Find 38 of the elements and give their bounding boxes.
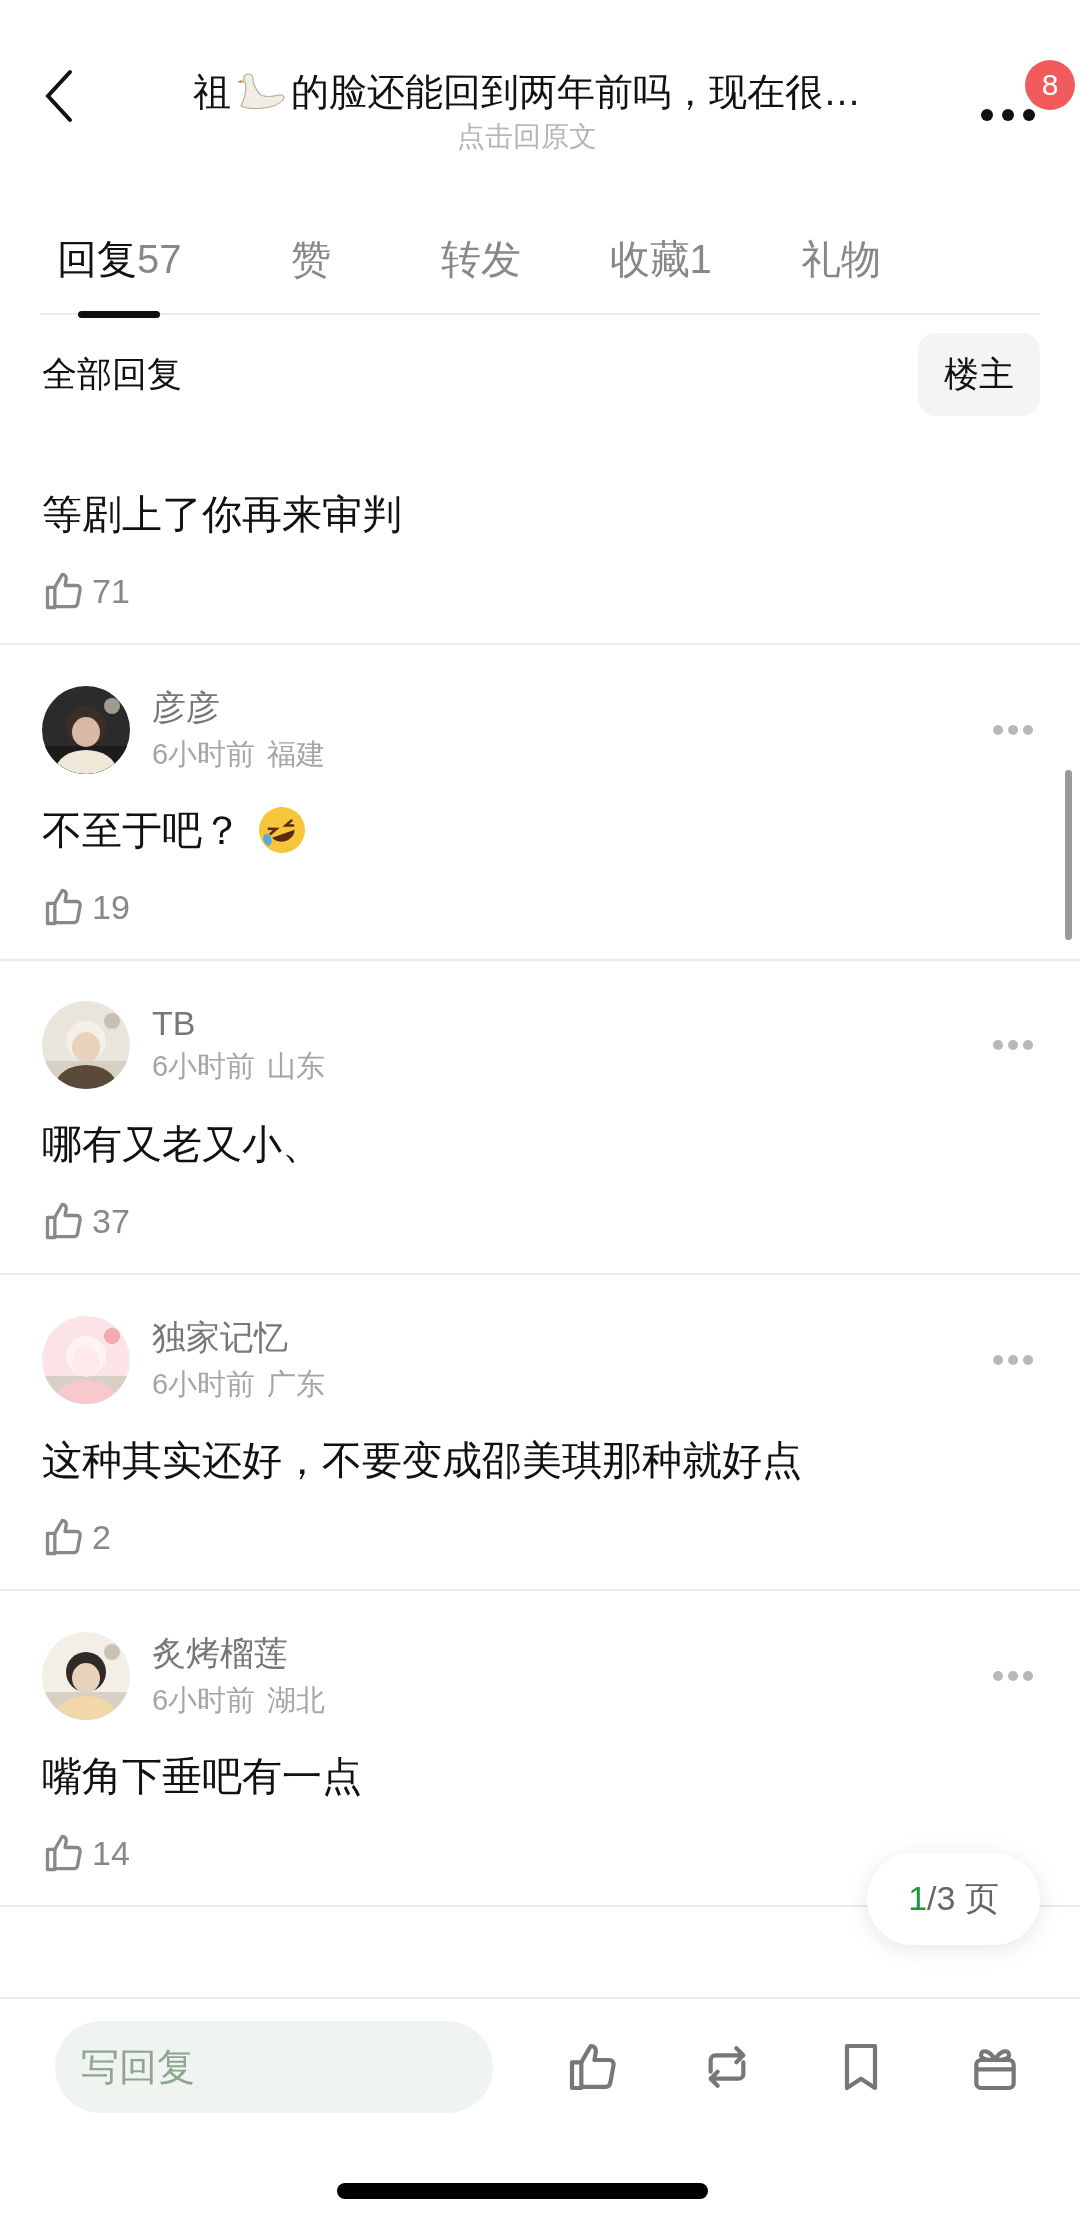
post-title: 的脸还能回到两年前吗，现在很…	[291, 70, 861, 115]
username[interactable]: TB	[152, 1003, 992, 1043]
comment-text: 等剧上了你再来审判	[42, 490, 402, 538]
tab[interactable]: 收藏1	[609, 208, 712, 318]
swan-icon	[235, 72, 287, 112]
like-count: 19	[92, 887, 130, 927]
username[interactable]: 独家记忆	[152, 1315, 992, 1361]
timestamp: 6小时前	[152, 1048, 256, 1084]
back-icon[interactable]	[44, 68, 74, 124]
filter-button[interactable]: 楼主	[918, 332, 1040, 416]
like-count: 71	[92, 571, 130, 611]
tab[interactable]: 礼物	[799, 208, 882, 318]
comment-text: 不至于吧？	[42, 806, 242, 854]
location: 湖北	[267, 1683, 326, 1718]
like-count: 37	[92, 1201, 130, 1241]
username[interactable]: 炙烤榴莲	[152, 1631, 992, 1677]
comment-text: 这种其实还好，不要变成邵美琪那种就好点	[42, 1436, 802, 1484]
laughing-emoji-icon	[256, 804, 308, 856]
like-count: 2	[92, 1517, 111, 1557]
location: 山东	[267, 1048, 326, 1084]
location: 福建	[267, 737, 326, 772]
tab[interactable]: 赞	[269, 208, 352, 318]
reply-field[interactable]: 写回复	[55, 2021, 493, 2113]
comment-text: 哪有又老又小、	[42, 1120, 322, 1168]
comment-text: 嘴角下垂吧有一点	[42, 1752, 362, 1800]
username[interactable]: 彦彦	[152, 685, 992, 731]
post-title: 祖	[193, 70, 231, 115]
tab[interactable]: 回复57	[57, 208, 182, 318]
location: 广东	[267, 1367, 326, 1402]
timestamp: 6小时前	[152, 1367, 256, 1402]
tab[interactable]: 转发	[439, 208, 522, 318]
like-count: 14	[92, 1833, 130, 1873]
timestamp: 6小时前	[152, 737, 256, 772]
timestamp: 6小时前	[152, 1683, 256, 1718]
notification-badge: 8	[1025, 60, 1075, 110]
section-title: 全部回复	[42, 352, 182, 395]
more-icon[interactable]	[980, 108, 1036, 122]
page-indicator[interactable]: 1/3 页	[867, 1853, 1040, 1945]
